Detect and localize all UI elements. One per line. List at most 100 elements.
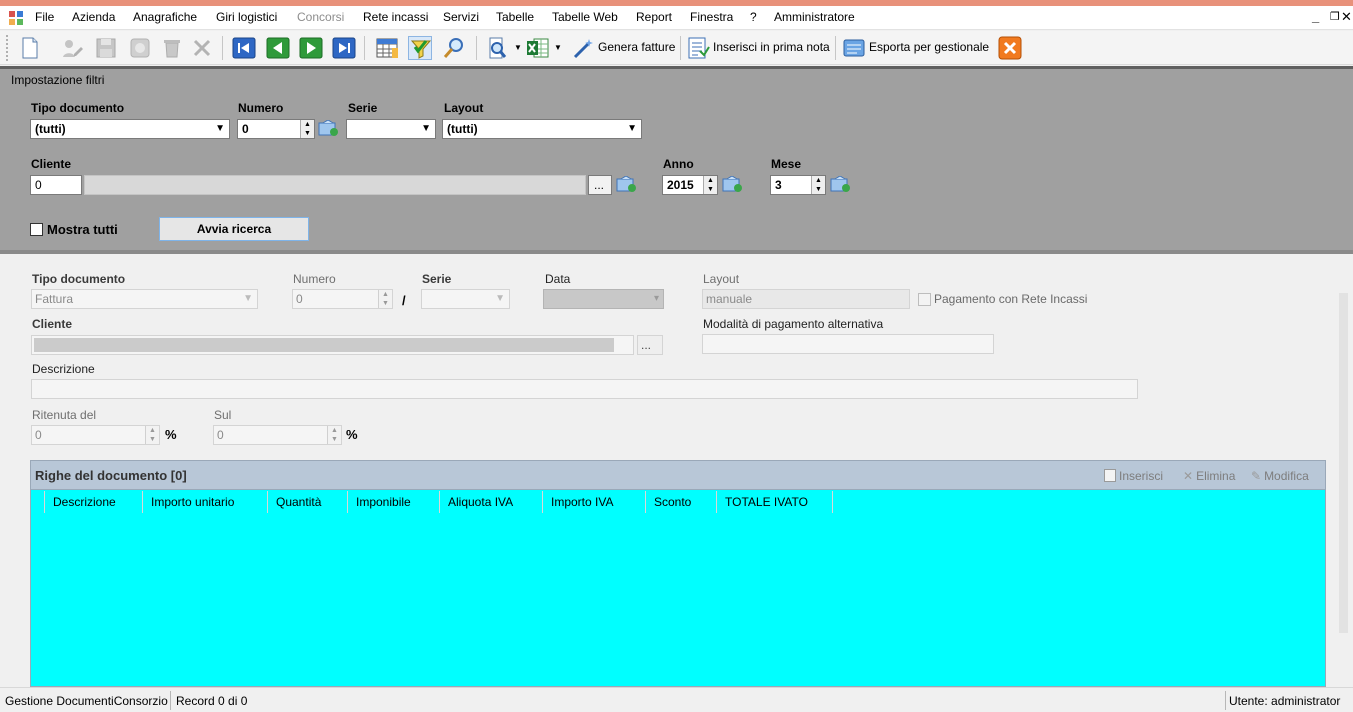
filter-tipo-documento-select[interactable]: (tutti) ▼ [30,119,230,139]
chevron-down-icon: ▼ [215,123,225,134]
filter-anno-stepper[interactable]: 2015 ▲ ▼ [662,175,718,195]
column-aliquota-iva[interactable]: Aliquota IVA [440,491,543,513]
sul-stepper[interactable]: 0 ▲ ▼ [213,425,342,445]
column-imponibile[interactable]: Imponibile [348,491,440,513]
save-disabled-icon[interactable] [94,36,118,60]
print-preview-icon[interactable] [486,36,510,60]
scrollbar-thumb[interactable] [1339,293,1348,633]
ritenuta-value: 0 [35,428,42,442]
spin-arrows-icon[interactable]: ▲ ▼ [145,426,159,444]
column-importo-unitario[interactable]: Importo unitario [143,491,268,513]
edit-disabled-icon[interactable] [60,36,84,60]
spin-arrows-icon[interactable]: ▲ ▼ [703,176,717,194]
detail-cliente-label: Cliente [32,317,73,331]
column-sconto[interactable]: Sconto [646,491,717,513]
filter-serie-select[interactable]: ▼ [346,119,436,139]
detail-numero-stepper[interactable]: 0 ▲ ▼ [292,289,393,309]
spin-arrows-icon[interactable]: ▲ ▼ [327,426,341,444]
spin-arrows-icon[interactable]: ▲ ▼ [300,120,314,138]
filter-numero-stepper[interactable]: 0 ▲ ▼ [237,119,315,139]
menu-tabelle[interactable]: Tabelle [496,10,534,24]
menu-tabelle-web[interactable]: Tabelle Web [552,10,618,24]
sul-percent: % [346,427,358,442]
pagamento-rete-checkbox[interactable] [918,293,931,306]
grid-inserisci-button[interactable]: Inserisci [1104,469,1163,483]
filter-layout-select[interactable]: (tutti) ▼ [442,119,642,139]
previous-record-icon[interactable] [266,36,290,60]
edit-icon: ✎ [1251,469,1262,483]
menu-anagrafiche[interactable]: Anagrafiche [133,10,197,24]
menu-servizi[interactable]: Servizi [443,10,479,24]
cancel-disabled-icon[interactable] [128,36,152,60]
app-icon [8,10,24,29]
export-icon[interactable] [842,36,866,60]
ritenuta-label: Ritenuta del [32,408,97,422]
detail-cliente-browse-button[interactable]: ... [637,335,663,355]
reset-mese-icon[interactable] [830,175,852,196]
grid-elimina-button[interactable]: ✕ Elimina [1183,469,1235,483]
delete-disabled-icon[interactable] [160,36,184,60]
modalita-pagamento-field[interactable] [702,334,994,354]
menu-file[interactable]: File [35,10,54,24]
reset-numero-icon[interactable] [318,119,340,140]
calendar-icon[interactable]: ▾ [654,293,659,304]
detail-numero-value: 0 [296,292,303,306]
toolbar-separator [680,36,681,60]
filter-icon[interactable] [408,36,432,60]
wand-icon[interactable] [572,36,596,60]
menu-amministratore[interactable]: Amministratore [774,10,855,24]
chevron-down-icon[interactable]: ▼ [514,43,522,52]
menu-azienda[interactable]: Azienda [72,10,115,24]
menu-giri-logistici[interactable]: Giri logistici [216,10,277,24]
next-record-icon[interactable] [299,36,323,60]
chevron-down-icon[interactable]: ▼ [554,43,562,52]
minimize-icon[interactable]: _ [1312,9,1319,24]
column-quantita[interactable]: Quantità [268,491,348,513]
spin-arrows-icon[interactable]: ▲ ▼ [811,176,825,194]
menu-concorsi[interactable]: Concorsi [297,10,344,24]
descrizione-field[interactable] [31,379,1138,399]
new-document-icon[interactable] [18,36,42,60]
filter-mese-stepper[interactable]: 3 ▲ ▼ [770,175,826,195]
vertical-scrollbar[interactable] [1334,258,1353,686]
mostra-tutti-checkbox[interactable] [30,223,43,236]
menu-rete-incassi[interactable]: Rete incassi [363,10,428,24]
grid-inserisci-label: Inserisci [1119,469,1164,483]
exit-icon[interactable] [998,36,1022,60]
filter-cliente-browse-button[interactable]: ... [588,175,612,195]
spin-arrows-icon[interactable]: ▲ ▼ [378,290,392,308]
righe-documento-grid[interactable]: Righe del documento [0] Inserisci ✕ Elimi… [30,460,1326,687]
column-descrizione[interactable]: Descrizione [45,491,143,513]
excel-export-icon[interactable] [526,36,550,60]
search-icon[interactable] [442,36,466,60]
filter-anno-label: Anno [663,157,694,171]
ritenuta-stepper[interactable]: 0 ▲ ▼ [31,425,160,445]
column-totale-ivato[interactable]: TOTALE IVATO [717,491,833,513]
filter-cliente-code-input[interactable]: 0 [30,175,82,195]
detail-tipo-documento-select[interactable]: Fattura ▼ [31,289,258,309]
reset-anno-icon[interactable] [722,175,744,196]
restore-icon[interactable]: ❐ [1330,10,1340,23]
column-importo-iva[interactable]: Importo IVA [543,491,646,513]
last-record-icon[interactable] [332,36,356,60]
inserisci-prima-nota-button[interactable]: Inserisci in prima nota [713,40,830,54]
menu-help[interactable]: ? [750,10,757,24]
genera-fatture-button[interactable]: Genera fatture [598,40,675,54]
status-bar: Gestione DocumentiConsorzio Record 0 di … [0,687,1353,712]
grid-modifica-button[interactable]: ✎ Modifica [1251,469,1309,483]
menu-finestra[interactable]: Finestra [690,10,733,24]
menu-report[interactable]: Report [636,10,672,24]
avvia-ricerca-button[interactable]: Avvia ricerca [159,217,309,241]
first-record-icon[interactable] [232,36,256,60]
filter-tipo-documento-value: (tutti) [35,122,66,136]
detail-data-picker[interactable]: ▾ [543,289,664,309]
detail-serie-select[interactable]: ▼ [421,289,510,309]
esporta-gestionale-button[interactable]: Esporta per gestionale [869,40,989,54]
sul-label: Sul [214,408,232,422]
close-icon[interactable]: ✕ [1341,9,1352,25]
grid-view-icon[interactable] [375,36,399,60]
journal-entry-icon[interactable] [686,36,710,60]
close-disabled-icon[interactable] [190,36,214,60]
detail-cliente-field [31,335,634,355]
reset-cliente-icon[interactable] [616,175,638,196]
